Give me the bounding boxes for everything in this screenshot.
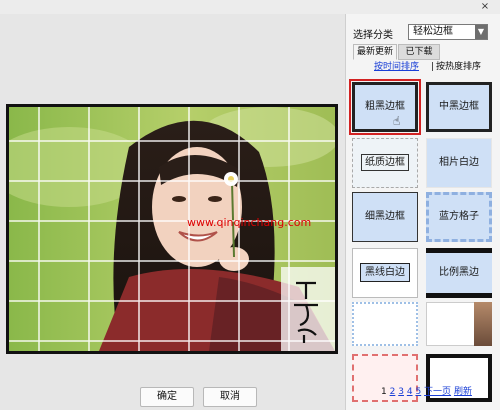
sidebar-tabs: 最新更新 已下载 — [353, 44, 498, 60]
preview-photo[interactable]: www.qinqinchang.com — [9, 107, 335, 351]
thumbnail-black-line-white-edge[interactable]: 黑线白边 — [352, 248, 418, 298]
category-selector: 选择分类 轻松边框 ▼ — [353, 24, 498, 41]
ok-button[interactable]: 确定 — [140, 387, 194, 407]
page-link-3[interactable]: 3 — [398, 387, 404, 397]
chevron-down-icon[interactable]: ▼ — [475, 25, 487, 39]
category-value: 轻松边框 — [413, 26, 453, 37]
thumbnail-label: 纸质边框 — [361, 154, 409, 171]
photo-preview-frame: www.qinqinchang.com — [6, 104, 338, 354]
thumbnail-thin-black-frame[interactable]: 细黑边框 — [352, 192, 418, 242]
thumbnail-label: 比例黑边 — [439, 267, 479, 278]
close-icon[interactable]: × — [478, 0, 492, 14]
tab-latest[interactable]: 最新更新 — [353, 44, 397, 60]
thumbnail-ratio-black-edge[interactable]: 比例黑边 — [426, 248, 492, 298]
photo-frame-window: × www.qinqinchang.com 确定 取消 选择分类 轻松边框 ▼ … — [0, 0, 500, 410]
preview-panel: www.qinqinchang.com 确定 取消 — [0, 14, 345, 410]
page-link-5[interactable]: 5 — [415, 387, 421, 397]
frame-sidebar: 选择分类 轻松边框 ▼ 最新更新 已下载 按时间排序 | 按热度排序 粗黑边框 … — [345, 14, 500, 410]
cancel-button[interactable]: 取消 — [203, 387, 257, 407]
thumbnail-dotted-frame[interactable] — [352, 302, 418, 346]
title-bar: × — [0, 0, 500, 14]
hand-cursor-icon: ☝ — [393, 114, 401, 128]
thumbnail-label: 细黑边框 — [365, 211, 405, 222]
thumbnail-label: 中黑边框 — [439, 101, 479, 112]
thumbnail-label: 相片白边 — [439, 157, 479, 168]
next-page-link[interactable]: 下一页 — [424, 387, 451, 397]
thumbnail-paper-frame[interactable]: 纸质边框 — [352, 138, 418, 188]
refresh-link[interactable]: 刷新 — [454, 387, 472, 397]
watermark-text: www.qinqinchang.com — [187, 216, 312, 229]
thumbnail-label: 黑线白边 — [360, 263, 410, 282]
tab-downloaded[interactable]: 已下载 — [398, 44, 440, 60]
category-dropdown[interactable]: 轻松边框 ▼ — [408, 24, 488, 40]
category-label: 选择分类 — [353, 30, 393, 41]
thumbnail-label: 粗黑边框 — [365, 101, 405, 112]
page-link-4[interactable]: 4 — [407, 387, 413, 397]
thumbnail-label: 蓝方格子 — [439, 211, 479, 222]
thumbnail-blue-checker[interactable]: 蓝方格子 — [426, 192, 492, 242]
collage-photo-strip — [474, 302, 492, 346]
frame-thumbnail-grid: 粗黑边框 ☝ 中黑边框 纸质边框 相片白边 细黑边框 蓝方格子 黑线白边 比例黑… — [349, 72, 498, 402]
signature-graphic — [294, 281, 318, 343]
thumbnail-photo-white-edge[interactable]: 相片白边 — [426, 138, 492, 188]
page-link-2[interactable]: 2 — [390, 387, 396, 397]
dialog-buttons: 确定 取消 — [140, 387, 260, 407]
thumbnail-medium-black-frame[interactable]: 中黑边框 — [426, 82, 492, 132]
pagination: 1 2 3 4 5 下一页 刷新 — [381, 386, 500, 398]
thumbnail-thick-black-frame[interactable]: 粗黑边框 ☝ — [349, 79, 421, 135]
page-current: 1 — [381, 387, 387, 397]
thumbnail-collage-frame[interactable] — [426, 302, 476, 346]
